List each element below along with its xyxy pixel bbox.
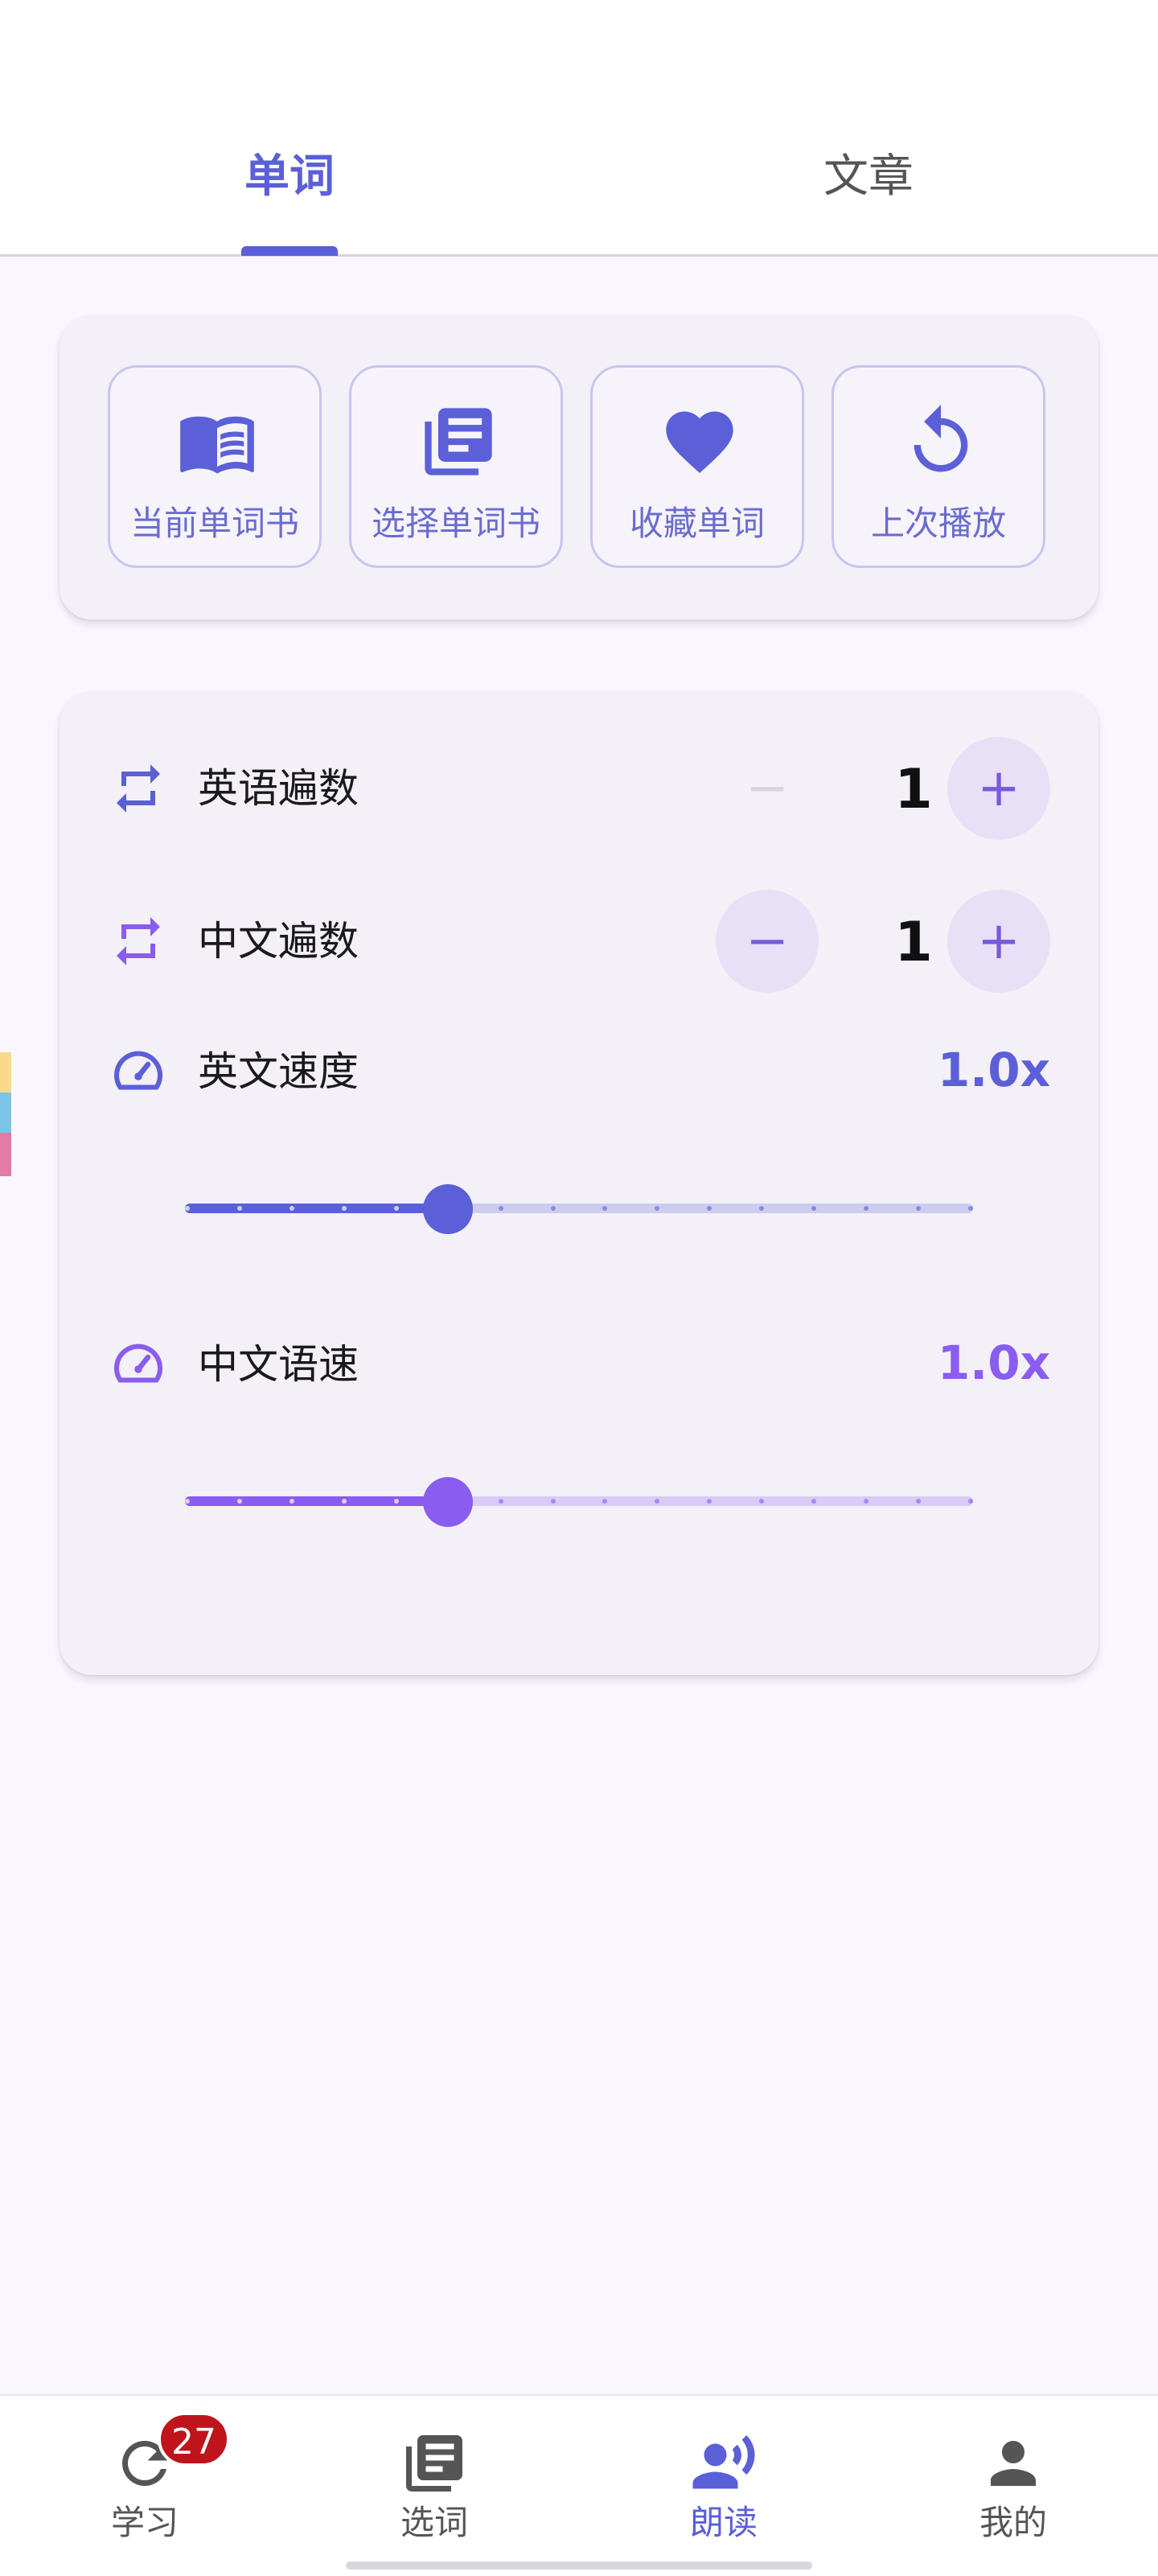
nav-read-aloud-label: 朗读 [689, 2503, 758, 2542]
tab-articles[interactable]: 文章 [748, 137, 989, 217]
slider-tick [185, 1206, 190, 1211]
favorite-words-label: 收藏单词 [629, 504, 765, 543]
slider-track-active [185, 1496, 448, 1506]
bottom-navigation: 27 学习 选词 朗读 我的 [0, 2394, 1158, 2576]
nav-select-words-label: 选词 [400, 2503, 468, 2542]
speedometer-icon [114, 1051, 162, 1090]
top-tab-bar: 单词 文章 [0, 0, 1158, 257]
slider-thumb[interactable] [422, 1184, 473, 1234]
nav-me-label: 我的 [979, 2503, 1047, 2542]
chinese-repeat-plus-button[interactable]: + [947, 890, 1050, 993]
slider-tick [968, 1499, 973, 1504]
speaking-person-icon [692, 2435, 755, 2489]
home-indicator[interactable] [346, 2562, 812, 2570]
quick-actions-card: 当前单词书 选择单词书 收藏单词 上次播放 [60, 315, 1098, 619]
english-repeat-plus-button[interactable]: + [947, 737, 1050, 840]
open-book-icon [180, 416, 254, 474]
slider-thumb[interactable] [422, 1477, 473, 1527]
favorite-words-button[interactable]: 收藏单词 [590, 365, 804, 568]
slider-tick [393, 1499, 399, 1504]
english-repeat-minus-button[interactable]: − [716, 737, 819, 840]
nav-read-aloud[interactable]: 朗读 [627, 2396, 820, 2557]
english-repeat-label: 英语遍数 [198, 765, 359, 812]
chinese-repeat-label: 中文遍数 [198, 918, 359, 965]
chinese-repeat-minus-button[interactable]: − [716, 890, 819, 993]
english-repeat-row: 英语遍数 − 1 + [60, 737, 1098, 840]
english-speed-label: 英文速度 [198, 1048, 359, 1095]
slider-tick [968, 1206, 973, 1211]
repeat-icon [117, 917, 160, 965]
chinese-speed-value: 1.0x [937, 1335, 1050, 1390]
study-badge: 27 [158, 2412, 230, 2467]
active-tab-indicator [241, 246, 338, 256]
edge-tab-yellow[interactable] [0, 1052, 11, 1093]
slider-tick [341, 1206, 347, 1211]
nav-select-words[interactable]: 选词 [338, 2396, 531, 2557]
chinese-repeat-count: 1 [894, 911, 933, 974]
slider-tick [236, 1499, 242, 1504]
nav-study[interactable]: 27 学习 [48, 2396, 241, 2557]
select-wordbook-button[interactable]: 选择单词书 [349, 365, 563, 568]
slider-tick [498, 1499, 503, 1504]
tab-words[interactable]: 单词 [169, 137, 410, 217]
replay-icon [914, 405, 968, 472]
slider-tick [236, 1206, 242, 1211]
slider-tick [341, 1499, 347, 1504]
english-speed-value: 1.0x [937, 1043, 1050, 1097]
nav-me[interactable]: 我的 [917, 2396, 1110, 2557]
slider-tick [289, 1206, 294, 1211]
edge-tab-pink[interactable] [0, 1133, 11, 1176]
last-played-label: 上次播放 [870, 504, 1006, 543]
heart-icon [666, 411, 733, 473]
chinese-repeat-row: 中文遍数 − 1 + [60, 890, 1098, 993]
edge-tab-blue[interactable] [0, 1093, 11, 1133]
library-books-icon [406, 2435, 462, 2492]
library-books-icon [425, 408, 492, 475]
chinese-speed-row: 中文语速 1.0x [60, 1313, 1098, 1416]
english-speed-row: 英文速度 1.0x [60, 1020, 1098, 1123]
current-wordbook-label: 当前单词书 [129, 504, 299, 543]
english-speed-slider[interactable] [185, 1184, 973, 1234]
person-icon [991, 2441, 1036, 2486]
chinese-speed-slider[interactable] [185, 1477, 973, 1527]
chinese-speed-label: 中文语速 [198, 1341, 359, 1388]
slider-tick [289, 1499, 294, 1504]
reading-settings-card: 英语遍数 − 1 + 中文遍数 − 1 + 英文速度 1.0x 中文语速 1.0… [60, 692, 1098, 1675]
select-wordbook-label: 选择单词书 [371, 504, 540, 543]
slider-tick [498, 1206, 503, 1211]
slider-tick [550, 1206, 556, 1211]
slider-track-active [185, 1204, 448, 1213]
repeat-icon [117, 764, 160, 813]
speedometer-icon [114, 1344, 162, 1383]
last-played-button[interactable]: 上次播放 [832, 365, 1045, 568]
nav-study-label: 学习 [110, 2503, 179, 2542]
slider-tick [550, 1499, 556, 1504]
current-wordbook-button[interactable]: 当前单词书 [108, 365, 322, 568]
slider-tick [393, 1206, 399, 1211]
slider-tick [185, 1499, 190, 1504]
english-repeat-count: 1 [894, 758, 933, 821]
